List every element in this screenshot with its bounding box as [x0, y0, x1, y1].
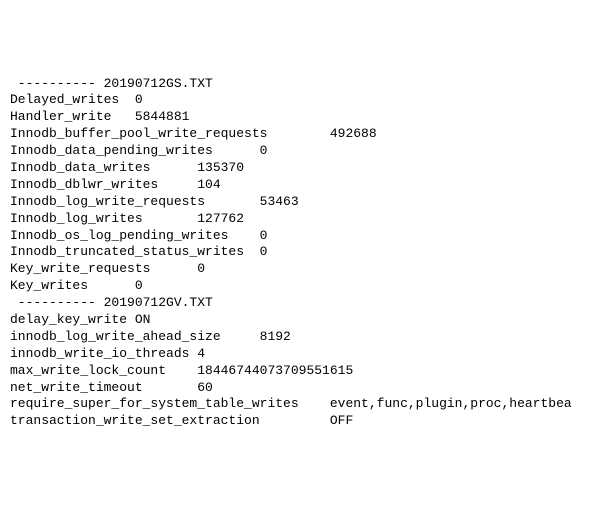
- status-row: Key_write_requests 0: [10, 261, 600, 278]
- status-row: transaction_write_set_extraction OFF: [10, 413, 600, 430]
- status-row: Delayed_writes 0: [10, 92, 600, 109]
- status-row: net_write_timeout 60: [10, 380, 600, 397]
- status-row: Handler_write 5844881: [10, 109, 600, 126]
- status-row: delay_key_write ON: [10, 312, 600, 329]
- terminal-output: ---------- 20190712GS.TXTDelayed_writes …: [10, 76, 600, 431]
- status-row: Innodb_truncated_status_writes 0: [10, 244, 600, 261]
- status-row: Innodb_data_pending_writes 0: [10, 143, 600, 160]
- status-row: max_write_lock_count 1844674407370955161…: [10, 363, 600, 380]
- status-row: Innodb_dblwr_writes 104: [10, 177, 600, 194]
- status-row: innodb_log_write_ahead_size 8192: [10, 329, 600, 346]
- status-row: Innodb_log_write_requests 53463: [10, 194, 600, 211]
- status-row: innodb_write_io_threads 4: [10, 346, 600, 363]
- file-header: ---------- 20190712GV.TXT: [10, 295, 600, 312]
- file-header: ---------- 20190712GS.TXT: [10, 76, 600, 93]
- status-row: Innodb_buffer_pool_write_requests 492688: [10, 126, 600, 143]
- status-row: require_super_for_system_table_writes ev…: [10, 396, 600, 413]
- status-row: Innodb_os_log_pending_writes 0: [10, 228, 600, 245]
- status-row: Key_writes 0: [10, 278, 600, 295]
- status-row: Innodb_log_writes 127762: [10, 211, 600, 228]
- status-row: Innodb_data_writes 135370: [10, 160, 600, 177]
